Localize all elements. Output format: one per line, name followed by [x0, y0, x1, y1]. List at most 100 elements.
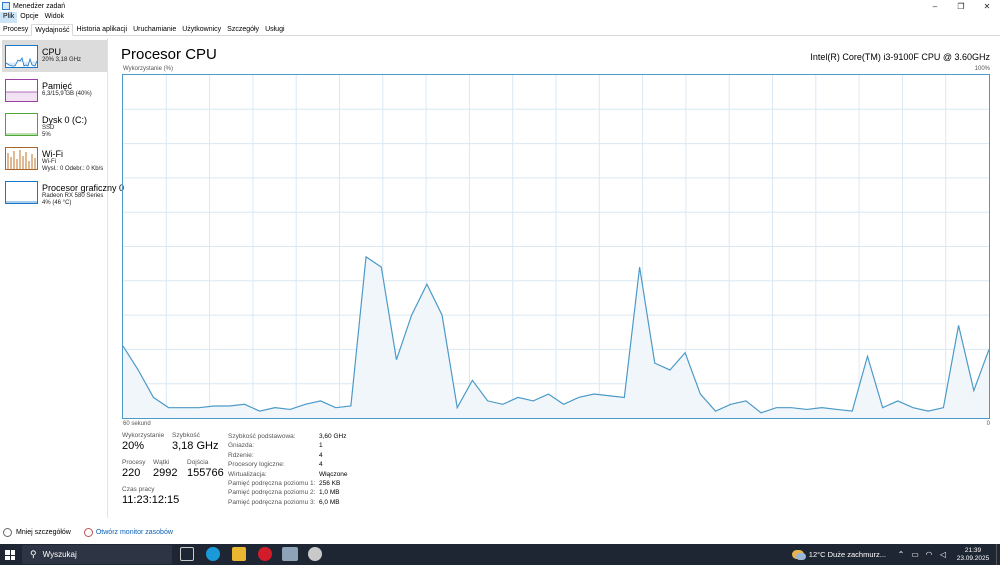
cpu-usage-graph — [122, 74, 990, 419]
footer-bar: Mniej szczegółów Otwórz monitor zasobów — [0, 524, 1000, 540]
chevron-up-icon[interactable]: ⌃ — [894, 550, 908, 559]
disk-thumbnail-graph — [5, 113, 38, 136]
sidebar-sub-gpu-usage: 4% (46 °C) — [42, 200, 72, 206]
tab-app-history[interactable]: Historia aplikacji — [73, 24, 130, 36]
maximize-button[interactable]: ❐ — [948, 0, 974, 12]
sidebar-label-disk: Dysk 0 (C:) — [42, 115, 87, 125]
sidebar-sub-gpu-name: Radeon RX 580 Series — [42, 193, 104, 199]
tab-performance[interactable]: Wydajność — [31, 24, 74, 36]
prop-key: Pamięć podręczna poziomu 3: — [228, 498, 316, 506]
prop-value: 4 — [319, 461, 323, 469]
close-button[interactable]: ✕ — [974, 0, 1000, 12]
taskbar-search-placeholder: Wyszukaj — [42, 550, 77, 559]
prop-value: 1,0 MB — [319, 489, 340, 497]
weather-text[interactable]: 12°C Duże zachmurz... — [809, 550, 886, 559]
sidebar-label-gpu: Procesor graficzny 0 — [42, 183, 125, 193]
sidebar-item-gpu[interactable]: Procesor graficzny 0 Radeon RX 580 Serie… — [2, 176, 125, 208]
prop-row: Szybkość podstawowa: 3,60 GHz — [228, 432, 348, 441]
prop-key: Pamięć podręczna poziomu 1: — [228, 480, 316, 488]
show-desktop-button[interactable] — [996, 544, 1000, 565]
prop-value: 256 KB — [319, 480, 341, 488]
threads-value: 2992 — [153, 467, 178, 479]
network-icon[interactable]: ▭ — [908, 550, 922, 559]
stat-uptime: Czas pracy 11:23:12:15 — [122, 486, 179, 506]
graph-time-label: 60 sekund — [123, 421, 151, 427]
utilization-label: Wykorzystanie — [122, 432, 165, 439]
prop-value: 1 — [319, 442, 323, 450]
wifi-icon[interactable]: ◠ — [922, 550, 936, 559]
tab-processes[interactable]: Procesy — [0, 24, 31, 36]
tab-services[interactable]: Usługi — [262, 24, 287, 36]
sidebar-sub-disk-usage: 5% — [42, 132, 51, 138]
graph-y-label: Wykorzystanie (%) — [123, 66, 173, 72]
memory-thumbnail-graph — [5, 79, 38, 102]
search-icon: ⚲ — [30, 549, 37, 559]
prop-row: Gniazda: 1 — [228, 441, 348, 450]
cpu-detail-pane: Procesor CPU Intel(R) Core(TM) i3-9100F … — [108, 38, 1000, 518]
page-title: Procesor CPU — [121, 46, 217, 63]
graph-grid — [123, 75, 989, 418]
tab-details[interactable]: Szczegóły — [224, 24, 262, 36]
prop-key: Gniazda: — [228, 442, 255, 450]
stat-handles: Dojścia 155766 — [187, 459, 224, 479]
prop-value: 6,0 MB — [319, 498, 340, 506]
stat-processes: Procesy 220 — [122, 459, 145, 479]
menu-options[interactable]: Opcje — [17, 12, 41, 23]
speed-label: Szybkość — [172, 432, 200, 439]
app-taskbar-icon[interactable] — [308, 547, 322, 561]
tab-users[interactable]: Użytkownicy — [179, 24, 224, 36]
menu-file[interactable]: Plik — [0, 12, 18, 23]
stat-threads: Wątki 2992 — [153, 459, 177, 479]
title-bar: Menedżer zadań – ❐ ✕ — [0, 0, 1000, 12]
tab-bar: Procesy Wydajność Historia aplikacji Uru… — [0, 24, 1000, 36]
sidebar-item-wifi[interactable]: Wi-Fi Wi-Fi Wysł.: 0 Odebr.: 0 Kb/s — [2, 142, 107, 174]
sidebar-sub-cpu: 20% 3,18 GHz — [42, 57, 82, 63]
open-resource-monitor-link[interactable]: Otwórz monitor zasobów — [74, 527, 173, 537]
prop-key: Rdzenie: — [228, 451, 254, 459]
graph-min-label: 0 — [986, 421, 990, 427]
taskbar-search-box[interactable]: ⚲ Wyszukaj — [22, 545, 172, 564]
taskbar-clock[interactable]: 21:39 23.09.2025 — [950, 547, 996, 563]
prop-value: 3,60 GHz — [319, 433, 347, 440]
less-details-button[interactable]: Mniej szczegółów — [3, 527, 71, 537]
clock-time: 21:39 — [964, 546, 982, 554]
system-tray: 12°C Duże zachmurz... ⌃ ▭ ◠ ◁ 21:39 23.0… — [791, 544, 1000, 565]
sidebar-label-wifi: Wi-Fi — [42, 149, 63, 159]
prop-key: Pamięć podręczna poziomu 2: — [228, 489, 316, 497]
file-explorer-icon[interactable] — [232, 547, 246, 561]
minimize-button[interactable]: – — [922, 0, 948, 12]
wifi-thumbnail-graph — [5, 147, 38, 170]
prop-row: Rdzenie: 4 — [228, 451, 348, 460]
speed-value: 3,18 GHz — [172, 440, 219, 452]
prop-row: Pamięć podręczna poziomu 1: 256 KB — [228, 479, 348, 488]
sidebar-sub-wifi-throughput: Wysł.: 0 Odebr.: 0 Kb/s — [42, 166, 104, 172]
prop-value: Włączone — [319, 470, 348, 478]
graph-max-label: 100% — [974, 66, 990, 72]
sidebar-label-cpu: CPU — [42, 47, 62, 57]
handles-label: Dojścia — [187, 459, 209, 466]
utilization-value: 20% — [122, 440, 145, 452]
cpu-model-name: Intel(R) Core(TM) i3-9100F CPU @ 3.60GHz — [810, 52, 990, 62]
task-manager-taskbar-icon[interactable] — [282, 547, 298, 561]
windows-taskbar: ⚲ Wyszukaj 12°C Duże zachmurz... ⌃ ▭ ◠ ◁… — [0, 544, 1000, 565]
sidebar-item-memory[interactable]: Pamięć 6,3/15,9 GB (40%) — [2, 74, 107, 106]
prop-value: 4 — [319, 451, 323, 459]
sidebar-label-memory: Pamięć — [42, 81, 73, 91]
opera-browser-icon[interactable] — [258, 547, 272, 561]
volume-icon[interactable]: ◁ — [936, 550, 950, 559]
menu-view[interactable]: Widok — [42, 12, 67, 23]
sidebar-item-disk[interactable]: Dysk 0 (C:) SSD 5% — [2, 108, 107, 140]
windows-start-icon[interactable] — [5, 550, 15, 560]
window-title: Menedżer zadań — [13, 2, 66, 10]
sidebar-item-cpu[interactable]: CPU 20% 3,18 GHz — [2, 40, 107, 72]
task-manager-icon — [2, 2, 10, 10]
uptime-value: 11:23:12:15 — [122, 494, 180, 506]
weather-cloud-icon[interactable] — [791, 550, 806, 560]
performance-sidebar: CPU 20% 3,18 GHz Pamięć 6,3/15,9 GB (40%… — [0, 38, 125, 518]
edge-browser-icon[interactable] — [206, 547, 220, 561]
tab-startup[interactable]: Uruchamianie — [130, 24, 179, 36]
prop-key: Szybkość podstawowa: — [228, 433, 296, 440]
task-view-icon[interactable] — [180, 547, 194, 561]
processes-value: 220 — [122, 467, 141, 479]
clock-date: 23.09.2025 — [956, 554, 990, 562]
